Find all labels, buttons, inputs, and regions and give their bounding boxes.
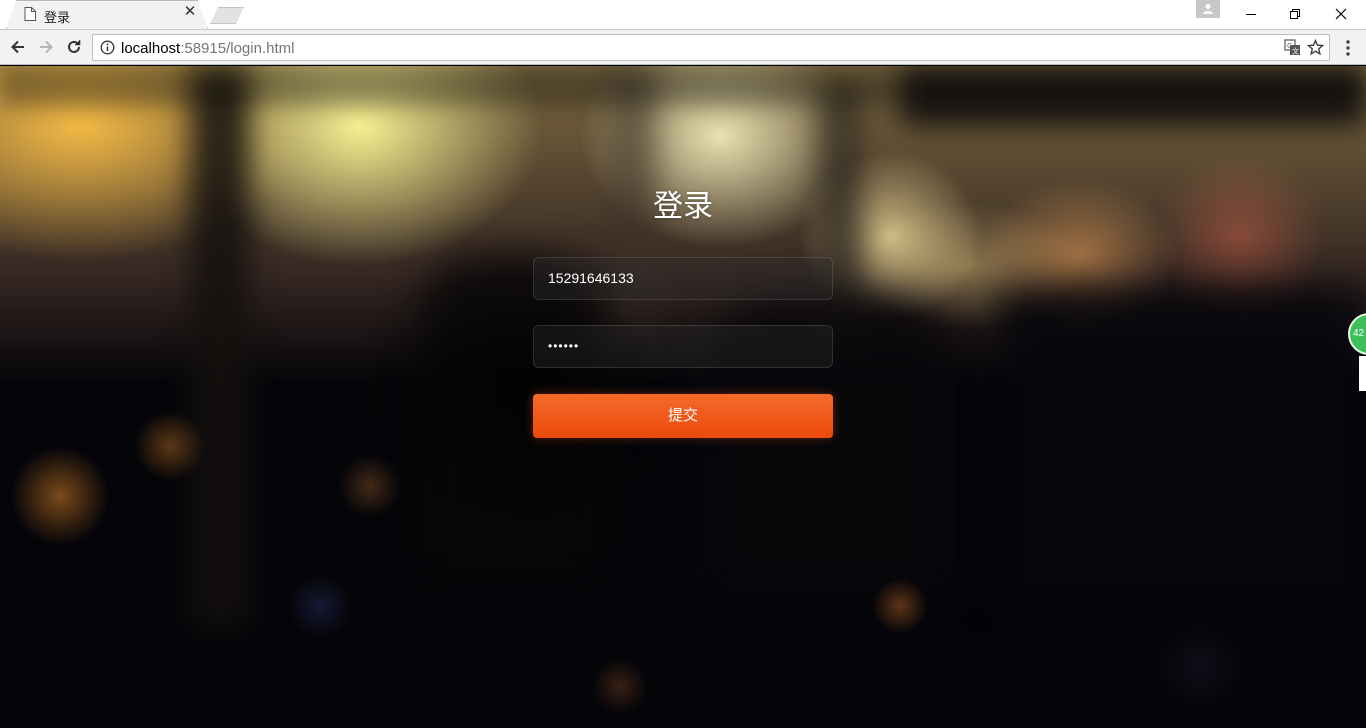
active-tab[interactable] xyxy=(7,1,207,29)
back-arrow-icon[interactable] xyxy=(8,37,28,57)
url-text: localhost:58915/login.html xyxy=(121,40,294,57)
address-bar[interactable]: localhost:58915/login.html G 文 xyxy=(92,34,1330,61)
page-icon xyxy=(24,7,36,21)
tab-title: 登录 xyxy=(44,10,71,25)
password-input[interactable]: •••••• xyxy=(533,325,833,368)
login-title: 登录 xyxy=(653,189,713,224)
bookmark-star-icon[interactable] xyxy=(1307,39,1324,56)
submit-button[interactable]: 提交 xyxy=(533,394,833,438)
browser-toolbar: localhost:58915/login.html G 文 xyxy=(0,29,1366,65)
svg-text:文: 文 xyxy=(1292,47,1299,56)
person-icon xyxy=(1203,4,1213,14)
restore-icon xyxy=(1290,9,1300,19)
forward-arrow-icon[interactable] xyxy=(36,37,56,57)
info-icon[interactable] xyxy=(100,40,115,55)
close-window-button[interactable] xyxy=(1318,0,1364,28)
new-tab-button[interactable] xyxy=(210,7,244,24)
phone-input[interactable]: 15291646133 xyxy=(533,257,833,300)
side-widget-strip xyxy=(1359,356,1366,391)
url-path: :58915/login.html xyxy=(180,40,295,57)
tab-close-icon[interactable]: ✕ xyxy=(183,4,197,19)
minimize-button[interactable] xyxy=(1228,0,1274,28)
url-host: localhost xyxy=(121,40,181,57)
close-icon xyxy=(1335,8,1347,20)
translate-icon[interactable]: G 文 xyxy=(1284,39,1301,56)
reload-icon[interactable] xyxy=(64,37,84,57)
tab-strip: 登录 ✕ xyxy=(0,0,1366,29)
minimize-icon xyxy=(1246,14,1256,15)
profile-button[interactable] xyxy=(1196,0,1220,18)
menu-dots-icon[interactable] xyxy=(1340,38,1356,58)
page-viewport: 登录 15291646133 •••••• 提交 42 xyxy=(0,66,1366,728)
restore-button[interactable] xyxy=(1272,0,1318,28)
